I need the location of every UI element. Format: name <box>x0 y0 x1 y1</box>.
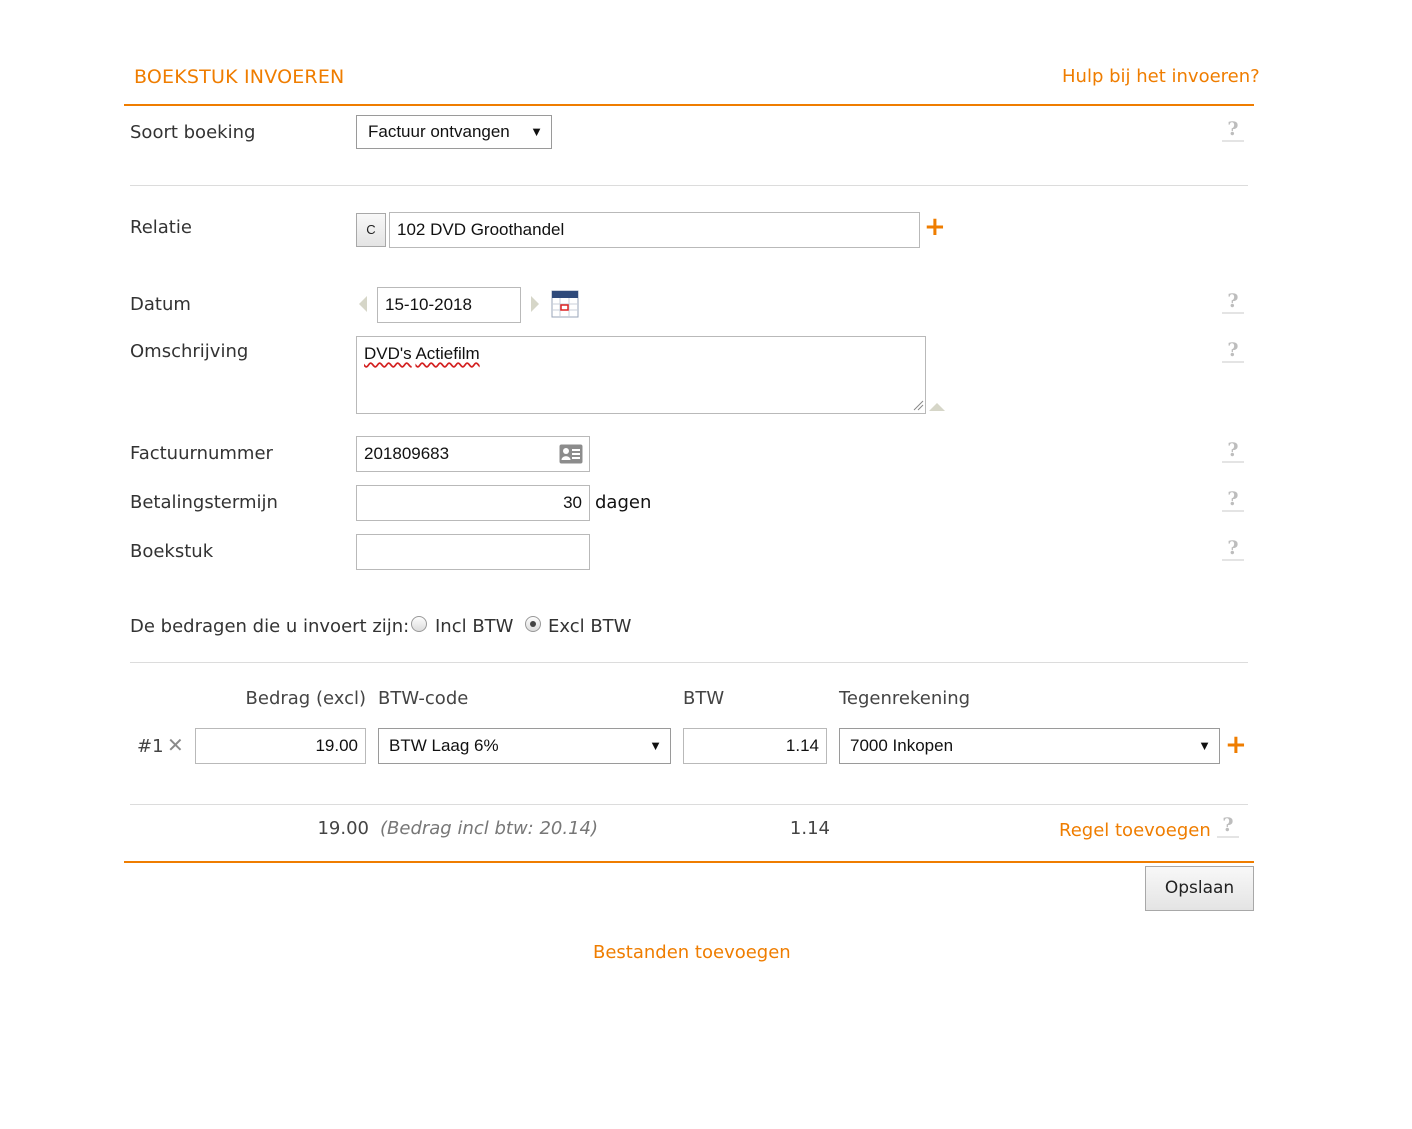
remove-line-icon[interactable]: ✕ <box>167 733 184 757</box>
add-line-link[interactable]: Regel toevoegen <box>1059 820 1211 841</box>
column-header-tegenrekening: Tegenrekening <box>839 688 971 709</box>
line-btw-code-select[interactable]: BTW Laag 6% ▼ <box>378 728 671 764</box>
previous-date-icon[interactable] <box>358 295 368 313</box>
chevron-down-icon: ▼ <box>1198 738 1211 753</box>
excl-btw-radio[interactable] <box>525 616 541 632</box>
omschrijving-word: DVD's <box>364 344 412 363</box>
line-btw-input[interactable]: 1.14 <box>683 728 827 764</box>
help-icon[interactable]: ? <box>1222 118 1244 142</box>
line-btw-code-value: BTW Laag 6% <box>389 736 499 755</box>
factuurnummer-input[interactable]: 201809683 <box>356 436 590 472</box>
add-files-link[interactable]: Bestanden toevoegen <box>593 942 791 963</box>
column-header-bedrag: Bedrag (excl) <box>245 688 366 709</box>
contact-card-icon[interactable] <box>559 444 583 464</box>
line-bedrag-input[interactable]: 19.00 <box>195 728 366 764</box>
bedragen-label: De bedragen die u invoert zijn: <box>130 616 410 637</box>
line-tegenrekening-select[interactable]: 7000 Inkopen ▼ <box>839 728 1220 764</box>
total-bedrag: 19.00 <box>317 818 369 839</box>
next-date-icon[interactable] <box>530 295 540 313</box>
column-header-btw-code: BTW-code <box>378 688 469 709</box>
datum-input[interactable]: 15-10-2018 <box>377 287 521 323</box>
omschrijving-textarea[interactable]: DVD's Actiefilm <box>356 336 926 414</box>
betalingstermijn-unit: dagen <box>595 492 652 513</box>
line-index: #1 <box>137 736 164 757</box>
column-header-btw: BTW <box>683 688 725 709</box>
boekstuk-input[interactable] <box>356 534 590 570</box>
section-divider <box>130 662 1248 663</box>
help-icon[interactable]: ? <box>1222 339 1244 363</box>
help-icon[interactable]: ? <box>1222 290 1244 314</box>
collapse-triangle-icon[interactable] <box>928 402 946 412</box>
soort-boeking-label: Soort boeking <box>130 122 256 143</box>
incl-btw-radio[interactable] <box>411 616 427 632</box>
line-tegenrekening-value: 7000 Inkopen <box>850 736 954 755</box>
save-button[interactable]: Opslaan <box>1145 866 1254 911</box>
form-bottom-divider <box>124 861 1254 863</box>
help-icon[interactable]: ? <box>1222 439 1244 463</box>
omschrijving-word: Actiefilm <box>415 344 480 363</box>
total-btw: 1.14 <box>789 818 830 839</box>
total-incl-note: (Bedrag incl btw: 20.14) <box>380 818 599 839</box>
help-icon[interactable]: ? <box>1222 488 1244 512</box>
relatie-label: Relatie <box>130 217 192 238</box>
calendar-icon[interactable] <box>551 290 579 318</box>
header-divider <box>124 104 1254 106</box>
boekstuk-label: Boekstuk <box>130 541 214 562</box>
relatie-input[interactable]: 102 DVD Groothandel <box>389 212 920 248</box>
omschrijving-label: Omschrijving <box>130 341 249 362</box>
factuurnummer-label: Factuurnummer <box>130 443 273 464</box>
betalingstermijn-label: Betalingstermijn <box>130 492 278 513</box>
help-icon[interactable]: ? <box>1217 814 1239 838</box>
resize-handle-icon[interactable] <box>913 400 924 411</box>
page-title: BOEKSTUK INVOEREN <box>134 66 345 88</box>
chevron-down-icon: ▼ <box>530 124 543 139</box>
relatie-code-button[interactable]: C <box>356 213 386 247</box>
soort-boeking-value: Factuur ontvangen <box>368 122 510 141</box>
chevron-down-icon: ▼ <box>649 738 662 753</box>
add-relatie-plus-icon[interactable]: + <box>924 214 946 240</box>
section-divider <box>130 804 1248 805</box>
add-tegenrekening-plus-icon[interactable]: + <box>1225 732 1247 758</box>
help-icon[interactable]: ? <box>1222 537 1244 561</box>
betalingstermijn-input[interactable]: 30 <box>356 485 590 521</box>
section-divider <box>130 185 1248 186</box>
excl-btw-label[interactable]: Excl BTW <box>548 616 631 637</box>
help-link[interactable]: Hulp bij het invoeren? <box>1062 66 1260 87</box>
soort-boeking-select[interactable]: Factuur ontvangen ▼ <box>356 115 552 149</box>
incl-btw-label[interactable]: Incl BTW <box>435 616 513 637</box>
datum-label: Datum <box>130 294 191 315</box>
